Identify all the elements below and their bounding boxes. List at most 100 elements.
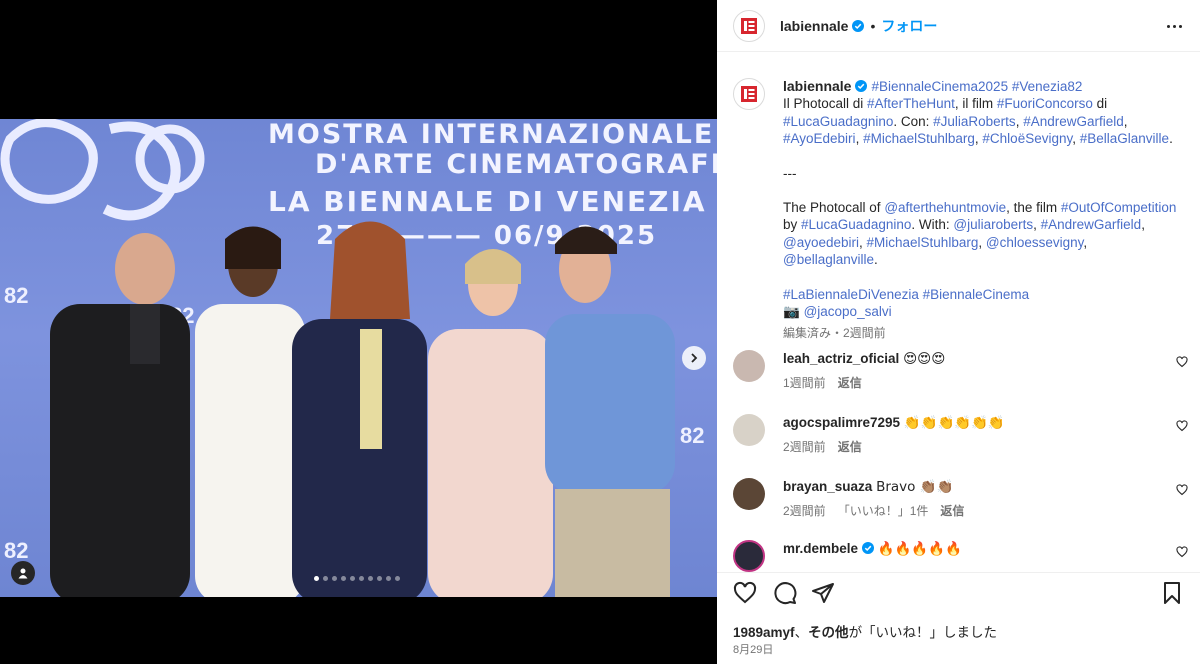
likes-rest: が「いいね！」しました: [848, 625, 998, 640]
chevron-right-icon: [691, 353, 698, 363]
more-dot-icon: [1172, 24, 1176, 28]
mention-link[interactable]: @chloessevigny: [986, 235, 1084, 250]
person-4: [428, 249, 553, 597]
share-send-icon[interactable]: [811, 581, 835, 605]
reply-button[interactable]: 返信: [838, 438, 862, 455]
caption-avatar[interactable]: [733, 78, 765, 110]
comment-username[interactable]: leah_actriz_oficial: [783, 351, 899, 366]
caption-text-part: ,: [855, 131, 864, 147]
people-group: [50, 221, 675, 597]
caption-text-part: ,: [1141, 217, 1145, 233]
mention-link[interactable]: @ayoedebiri: [783, 235, 859, 250]
comment-time[interactable]: 2週間前: [783, 502, 826, 519]
comments-scroll-area[interactable]: labiennale #BiennaleCinema2025 #Venezia82…: [717, 52, 1200, 572]
more-options-button[interactable]: [1164, 16, 1184, 36]
comment-time[interactable]: 1週間前: [783, 374, 826, 391]
hashtag-links-top[interactable]: #BiennaleCinema2025 #Venezia82: [871, 79, 1082, 94]
commenter-avatar[interactable]: [733, 540, 765, 572]
caption-text-part: ,: [1033, 217, 1041, 233]
comment-username[interactable]: brayan_suaza: [783, 479, 872, 494]
post-date[interactable]: 8月29日: [733, 641, 773, 657]
comment-text: Bravo 👏🏽👏🏽: [876, 479, 954, 495]
likes-others[interactable]: その他: [808, 625, 849, 640]
caption-text-part: , the film: [1006, 200, 1061, 216]
hashtag-link[interactable]: #MichaelStuhlbarg: [863, 131, 975, 146]
commenter-avatar[interactable]: [733, 414, 765, 446]
comment-item: mr.dembele 🔥🔥🔥🔥🔥: [733, 540, 1188, 572]
caption-text: labiennale #BiennaleCinema2025 #Venezia82…: [783, 78, 1185, 343]
hashtag-link[interactable]: #OutOfCompetition: [1061, 200, 1177, 215]
hashtag-link[interactable]: #LucaGuadagnino: [801, 217, 911, 232]
caption-text-part: ,: [1072, 131, 1080, 147]
caption-text-part: ,: [1083, 234, 1088, 250]
person-5: [545, 226, 675, 597]
bookmark-icon[interactable]: [1160, 581, 1184, 605]
biennale-logo-icon: [741, 86, 757, 102]
follow-button[interactable]: フォロー: [881, 16, 937, 36]
mention-link[interactable]: @bellaglanville: [783, 252, 874, 267]
post-sidebar: labiennale • フォロー labiennale #BiennaleCi…: [717, 0, 1200, 664]
comment-item: leah_actriz_oficial 😍😍😍 1週間前 返信: [733, 350, 1188, 391]
hashtag-link[interactable]: #JuliaRoberts: [933, 114, 1016, 129]
verified-badge-icon: [852, 19, 865, 32]
carousel-dot: [350, 576, 355, 581]
caption-text-part: ,: [978, 234, 986, 250]
reply-button[interactable]: 返信: [838, 374, 862, 391]
like-heart-icon[interactable]: [733, 581, 757, 605]
comment-username[interactable]: agocspalimre7295: [783, 415, 900, 430]
media-panel: MOSTRA INTERNAZIONALE D'ARTE CINEMATOGRA…: [0, 0, 717, 664]
hashtag-link[interactable]: #MichaelStuhlbarg: [867, 235, 979, 250]
instagram-post-view: MOSTRA INTERNAZIONALE D'ARTE CINEMATOGRA…: [0, 0, 1200, 664]
more-dot-icon: [1178, 24, 1182, 28]
comment-item: brayan_suaza Bravo 👏🏽👏🏽 2週間前 「いいね！」1件 返信: [733, 478, 1188, 519]
carousel-dot: [314, 576, 319, 581]
commenter-avatar[interactable]: [733, 478, 765, 510]
carousel-dots: [314, 576, 400, 581]
heart-icon[interactable]: [1176, 546, 1188, 558]
commenter-avatar[interactable]: [733, 350, 765, 382]
caption-username[interactable]: labiennale: [783, 78, 851, 94]
comment-username[interactable]: mr.dembele: [783, 541, 858, 556]
carousel-dot: [395, 576, 400, 581]
hashtag-link[interactable]: #FuoriConcorso: [997, 96, 1093, 111]
person-1: [50, 233, 190, 597]
hashtag-links-bottom[interactable]: #LaBiennaleDiVenezia #BiennaleCinema: [783, 286, 1185, 303]
comment-bubble-icon[interactable]: [773, 581, 797, 605]
carousel-dot: [323, 576, 328, 581]
photographer-link[interactable]: @jacopo_salvi: [804, 304, 892, 319]
author-avatar[interactable]: [733, 9, 765, 42]
caption-text-part: , il film: [954, 96, 997, 112]
comment-item: agocspalimre7295 👏👏👏👏👏👏 2週間前 返信: [733, 414, 1188, 455]
reply-button[interactable]: 返信: [940, 502, 964, 519]
caption-text-part: . Con:: [893, 113, 934, 129]
hashtag-link[interactable]: #AfterTheHunt: [867, 96, 955, 111]
post-photo[interactable]: MOSTRA INTERNAZIONALE D'ARTE CINEMATOGRA…: [0, 119, 717, 597]
carousel-dot: [377, 576, 382, 581]
carousel-dot: [341, 576, 346, 581]
hashtag-link[interactable]: #LucaGuadagnino: [783, 114, 893, 129]
carousel-dot: [359, 576, 364, 581]
person-2: [195, 226, 305, 597]
more-dot-icon: [1166, 24, 1170, 28]
hashtag-link[interactable]: #AndrewGarfield: [1041, 217, 1142, 232]
hashtag-link[interactable]: #AndrewGarfield: [1023, 114, 1124, 129]
user-tags-button[interactable]: [11, 561, 35, 585]
likes-user[interactable]: 1989amyf: [733, 625, 795, 640]
caption-text-part: by: [783, 217, 802, 233]
caption-text-part: The Photocall of: [783, 200, 885, 216]
person-icon: [18, 568, 28, 579]
heart-icon[interactable]: [1176, 420, 1188, 432]
comment-time[interactable]: 2週間前: [783, 438, 826, 455]
hashtag-link[interactable]: #ChloëSevigny: [982, 131, 1072, 146]
heart-icon[interactable]: [1176, 484, 1188, 496]
hashtag-link[interactable]: #AyoEdebiri: [783, 131, 856, 146]
hashtag-link[interactable]: #BellaGlanville: [1080, 131, 1169, 146]
comment-likes[interactable]: 「いいね！」1件: [838, 502, 929, 519]
next-photo-button[interactable]: [682, 346, 706, 370]
heart-icon[interactable]: [1176, 356, 1188, 368]
author-username[interactable]: labiennale: [780, 18, 848, 34]
carousel-dot: [386, 576, 391, 581]
mention-link[interactable]: @juliaroberts: [953, 217, 1033, 232]
caption-text-part: Il Photocall di: [783, 96, 868, 112]
mention-link[interactable]: @afterthehuntmovie: [884, 200, 1006, 215]
